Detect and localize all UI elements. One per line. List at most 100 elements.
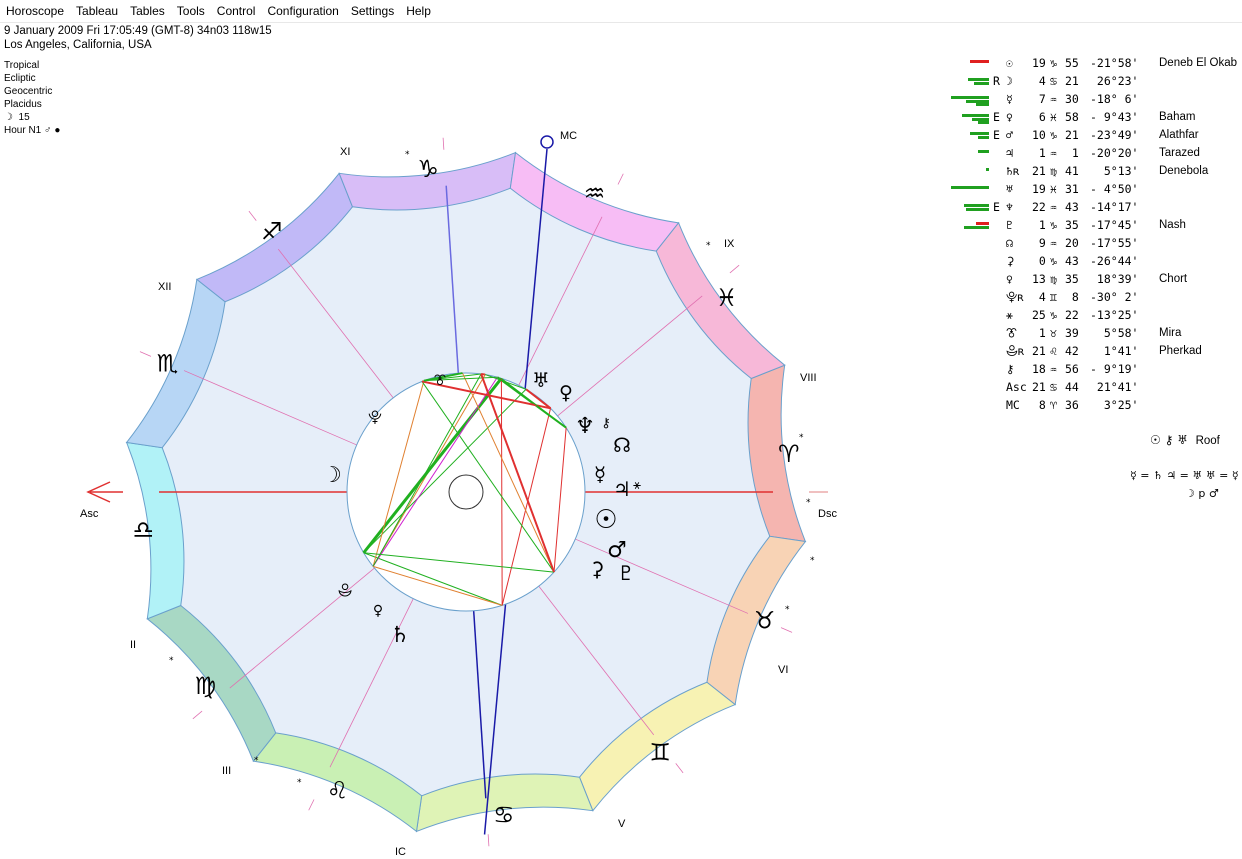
strength-bar [951, 186, 989, 189]
dsc-label: Dsc [818, 508, 837, 520]
planet-minute: 36 [1065, 398, 1079, 412]
fixed-star: Deneb El Okab [1159, 57, 1237, 69]
menu-tableau[interactable]: Tableau [70, 0, 124, 22]
planet-row[interactable]: ♃ 1 ♒ 1 -20°20' Tarazed [940, 144, 1242, 162]
house-cusp-tick [248, 210, 257, 221]
planet-minute: 41 [1065, 164, 1079, 178]
sun-icon: ☉ [594, 505, 617, 535]
star-marker-icon: * [405, 150, 410, 160]
fixed-star: Tarazed [1159, 147, 1200, 159]
planet-glyph: ⯔ [1006, 326, 1017, 340]
star-marker-icon: * [297, 778, 302, 788]
neptune-icon: ♆ [575, 414, 595, 439]
planet-row[interactable]: ☉ 19 ♑ 55 -21°58' Deneb El Okab [940, 54, 1242, 72]
planet-row[interactable]: ⚷ 18 ♒ 56 - 9°19' [940, 360, 1242, 378]
planet-sign: ♒ [1050, 236, 1057, 250]
planet-minute: 43 [1065, 200, 1079, 214]
ceres-icon: ⚳ [590, 557, 605, 581]
planet-degree: 8 [1032, 398, 1046, 412]
strength-bar [977, 121, 989, 124]
planet-row[interactable]: ♅ 19 ♓ 31 - 4°50' [940, 180, 1242, 198]
zodiac-sign-icon: ♋ [493, 801, 515, 829]
planet-sign: ♑ [1050, 218, 1057, 232]
planet-sign: ♒ [1050, 146, 1057, 160]
star-marker-icon: * [706, 241, 711, 251]
horoscope-wheel[interactable]: ♈♉♊♋♌♍♎♏♐♑♒♓Asc DscMCICIIIIIVVIVIIIIXXIXI… [0, 22, 940, 859]
planet-row[interactable]: ⚳ 0 ♑ 43 -26°44' [940, 252, 1242, 270]
planet-row[interactable]: ⯓ʀ 4 ♊ 8 -30° 2' [940, 288, 1242, 306]
planet-sign: ♒ [1050, 362, 1057, 376]
house-cusp-tick [192, 710, 203, 720]
planet-minute: 56 [1065, 362, 1079, 376]
roof-label: Roof [1195, 435, 1220, 447]
planet-latitude: -20°20' [1090, 146, 1139, 160]
zodiac-sign-icon: ♓ [716, 284, 738, 312]
planet-row[interactable]: ⯔ 1 ♉ 39 5°58' Mira [940, 324, 1242, 342]
planet-row[interactable]: ♀ 13 ♍ 35 18°39' Chort [940, 270, 1242, 288]
planet-row[interactable]: Asc 21 ♋ 44 21°41' [940, 378, 1242, 396]
asc-label: Asc [80, 508, 99, 520]
zodiac-sign-icon: ♏ [157, 349, 179, 377]
star-marker-icon: * [785, 605, 790, 615]
planet-flag: E [993, 200, 1000, 214]
fixed-star: Mira [1159, 327, 1182, 339]
star-marker-icon: * [169, 656, 174, 666]
menu-help[interactable]: Help [400, 0, 437, 22]
planet-row[interactable]: ☊ 9 ♒ 20 -17°55' [940, 234, 1242, 252]
planet-minute: 35 [1065, 218, 1079, 232]
planet-row[interactable]: ⯕ʀ 21 ♌ 42 1°41' Pherkad [940, 342, 1242, 360]
planet-sign: ♊ [1050, 290, 1057, 304]
ic-label: IC [395, 846, 406, 858]
planet-flag: E [993, 128, 1000, 142]
zodiac-sign-icon: ♒ [584, 180, 606, 208]
planet-glyph: ⚷ [1006, 362, 1015, 376]
menu-control[interactable]: Control [211, 0, 262, 22]
planet-row[interactable]: ♄ʀ 21 ♍ 41 5°13' Denebola [940, 162, 1242, 180]
planet-flag: R [993, 74, 1000, 88]
planet-latitude: -21°58' [1090, 56, 1139, 70]
house-cusp-tick [729, 264, 740, 274]
planet-degree: 1 [1032, 146, 1046, 160]
planet-glyph: ♆ [1006, 200, 1013, 214]
menu-configuration[interactable]: Configuration [261, 0, 344, 22]
lilith-point-icon: ♀ [373, 603, 383, 619]
planet-minute: 20 [1065, 236, 1079, 250]
planet-degree: 21 [1032, 164, 1046, 178]
house-numeral: VI [778, 664, 788, 676]
planet-glyph: ♃ [1006, 146, 1013, 160]
planet-degree: 19 [1032, 56, 1046, 70]
planet-degree: 4 [1032, 290, 1046, 304]
planet-sign: ♋ [1050, 380, 1057, 394]
planet-latitude: -17°45' [1090, 218, 1139, 232]
moon-icon: ☽ [322, 463, 342, 488]
house-cusp-tick [442, 137, 445, 150]
planet-minute: 8 [1065, 290, 1079, 304]
planet-minute: 58 [1065, 110, 1079, 124]
menu-tools[interactable]: Tools [171, 0, 211, 22]
planet-degree: 1 [1032, 326, 1046, 340]
strength-bar [985, 168, 989, 171]
planet-minute: 21 [1065, 128, 1079, 142]
planet-minute: 43 [1065, 254, 1079, 268]
strength-bar [964, 225, 989, 229]
jupiter-icon: ♃ [613, 477, 631, 501]
planet-sign: ♍ [1050, 164, 1057, 178]
planet-sign: ♉ [1050, 326, 1057, 340]
planet-minute: 21 [1065, 74, 1079, 88]
menu-horoscope[interactable]: Horoscope [0, 0, 70, 22]
house-numeral: III [222, 765, 231, 777]
fixed-star: Nash [1159, 219, 1186, 231]
planet-sign: ♓ [1050, 110, 1057, 124]
planet-row[interactable]: ⚹ 25 ♑ 22 -13°25' [940, 306, 1242, 324]
roof-configuration: ☉ ⚷ ♅ Roof [1150, 433, 1220, 447]
menu-settings[interactable]: Settings [345, 0, 400, 22]
zodiac-sign-icon: ♍ [195, 672, 217, 700]
planet-sign: ♋ [1050, 74, 1057, 88]
planet-row[interactable]: MC 8 ♈ 36 3°25' [940, 396, 1242, 414]
planet-degree: 0 [1032, 254, 1046, 268]
menu-tables[interactable]: Tables [124, 0, 171, 22]
planet-minute: 55 [1065, 56, 1079, 70]
planet-minute: 35 [1065, 272, 1079, 286]
star-marker-icon: * [810, 556, 815, 566]
strength-bar [966, 207, 989, 211]
